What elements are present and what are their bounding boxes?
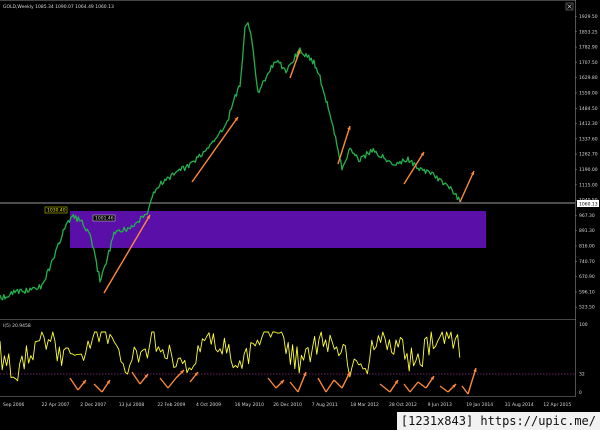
price-label: 1262.70 xyxy=(579,152,598,158)
indicator-header: I(5) 20.9458 xyxy=(3,323,31,329)
indicator-arrow-segment[interactable] xyxy=(267,377,277,389)
indicator-arrow-segment[interactable] xyxy=(403,383,411,393)
time-label: 28 Oct 2012 xyxy=(389,402,417,408)
trend-arrow[interactable] xyxy=(191,116,239,183)
svg-text:1030.40: 1030.40 xyxy=(47,208,66,214)
indicator-arrow-segment[interactable] xyxy=(159,377,169,389)
zone-label-right: 1001.46 xyxy=(92,214,116,222)
time-label: 19 Jan 2014 xyxy=(466,402,493,408)
indicator-arrow-segment[interactable] xyxy=(289,381,299,393)
time-label: 31 Aug 2014 xyxy=(505,402,534,408)
indicator-arrow-segment[interactable] xyxy=(379,383,391,393)
indicator-arrow-segment[interactable] xyxy=(93,383,103,393)
trend-arrow-head xyxy=(347,126,351,130)
time-label: Sep 2006 xyxy=(3,402,25,408)
price-label: 596.10 xyxy=(579,289,595,295)
price-label: 1782.90 xyxy=(579,45,598,51)
price-label: 816.00 xyxy=(579,244,595,250)
ind-label-100: 100 xyxy=(579,322,588,328)
price-label: 1853.25 xyxy=(579,29,598,35)
time-label: 9 Jun 2013 xyxy=(428,402,452,408)
price-label: 1190.00 xyxy=(579,167,598,173)
price-series-line xyxy=(0,22,461,301)
trend-arrow[interactable] xyxy=(459,170,475,203)
price-label: 670.90 xyxy=(579,274,595,280)
indicator-arrows[interactable] xyxy=(69,367,477,395)
price-label: 740.70 xyxy=(579,259,595,265)
support-zone-rectangle[interactable] xyxy=(70,211,486,248)
time-label: 12 Apr 2015 xyxy=(543,402,571,408)
indicator-arrow-segment[interactable] xyxy=(167,377,177,389)
price-label: 523.50 xyxy=(579,305,595,311)
price-label: 891.30 xyxy=(579,228,595,234)
watermark: [1231x843] https://upic.me/ xyxy=(396,412,600,430)
indicator-arrow-segment[interactable] xyxy=(461,385,469,395)
price-label: 1115.00 xyxy=(579,182,598,188)
trading-chart[interactable]: GOLD,Weekly 1085.34 1090.07 1064.49 1060… xyxy=(0,0,600,430)
indicator-arrow-segment[interactable] xyxy=(69,377,79,391)
zone-label-left: 1030.40 xyxy=(44,206,68,214)
time-label: 22 Feb 2009 xyxy=(157,402,185,408)
indicator-arrow-segment[interactable] xyxy=(333,379,343,389)
time-label: 2 Dec 2007 xyxy=(80,402,106,408)
time-label: 16 May 2010 xyxy=(235,402,264,408)
price-label: 1337.60 xyxy=(579,136,598,142)
time-label: 4 Oct 2009 xyxy=(196,402,221,408)
indicator-arrow-segment[interactable] xyxy=(439,385,449,393)
price-label: 1629.80 xyxy=(579,75,598,81)
indicator-arrow-segment[interactable] xyxy=(317,377,327,393)
svg-text:1001.46: 1001.46 xyxy=(95,216,114,222)
indicator-arrow-segment[interactable] xyxy=(417,381,427,389)
symbol-header: GOLD,Weekly 1085.34 1090.07 1064.49 1060… xyxy=(3,4,114,10)
price-label: 1484.50 xyxy=(579,106,598,112)
time-label: 7 Aug 2011 xyxy=(312,402,338,408)
price-axis-labels: 1929.50 1853.25 1782.90 1707.50 1629.80 1559.… xyxy=(575,14,598,311)
price-label: 1929.50 xyxy=(579,14,598,20)
current-price-tag: 1060.13 xyxy=(577,200,599,208)
time-axis-labels: Sep 2006 22 Apr 2007 2 Dec 2007 13 Jul 2008… xyxy=(3,402,571,408)
close-icon[interactable] xyxy=(565,2,574,11)
ind-label-0: 0 xyxy=(579,390,582,396)
ind-label-32: 32 xyxy=(579,372,585,378)
trend-arrows[interactable] xyxy=(103,49,475,294)
trend-arrow[interactable] xyxy=(337,125,351,165)
indicator-axis-labels: 100 32 0 xyxy=(579,322,588,396)
price-label: 1559.00 xyxy=(579,91,598,97)
price-label: 967.30 xyxy=(579,213,595,219)
price-label: 1412.30 xyxy=(579,121,598,127)
indicator-line xyxy=(0,331,461,382)
time-label: 22 Apr 2007 xyxy=(42,402,70,408)
indicator-arrow-segment[interactable] xyxy=(325,379,335,393)
svg-text:1060.13: 1060.13 xyxy=(579,202,598,208)
indicator-arrow-segment[interactable] xyxy=(409,381,419,393)
indicator-arrow[interactable] xyxy=(467,367,477,395)
price-label: 1707.50 xyxy=(579,60,598,66)
time-label: 13 Jul 2008 xyxy=(119,402,145,408)
time-label: 18 Mar 2012 xyxy=(350,402,379,408)
time-label: 26 Dec 2010 xyxy=(273,402,302,408)
